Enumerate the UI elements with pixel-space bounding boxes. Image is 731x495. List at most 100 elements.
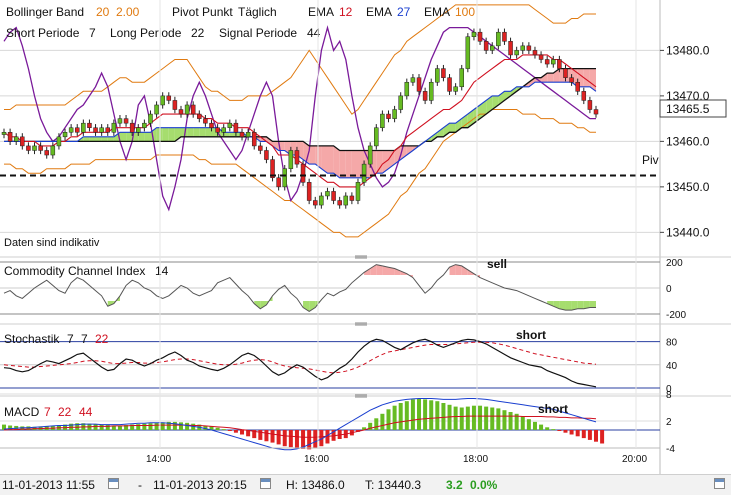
cloud-segment <box>95 136 102 142</box>
macd-histogram-bar <box>557 430 562 431</box>
macd-histogram-bar <box>459 407 464 430</box>
ema12-legend-label: EMA <box>308 5 334 19</box>
candle-body <box>203 118 208 124</box>
candle-body <box>349 195 355 201</box>
stoch-k-line <box>3 338 597 388</box>
stoch-annotation: short <box>516 328 546 342</box>
candle-body <box>410 77 416 83</box>
cloud-segment <box>126 132 133 142</box>
panel-separator-3[interactable] <box>0 394 731 398</box>
macd-histogram-bar <box>594 430 598 442</box>
short-periode-label: Short Periode <box>6 26 80 40</box>
cci-oversold-fill <box>565 301 572 311</box>
candle-body <box>111 122 117 133</box>
stoch-label: Stochastik <box>4 332 60 346</box>
candle-body <box>593 109 599 115</box>
pivot-legend-label: Pivot Punkt <box>172 5 233 19</box>
cloud-segment <box>223 132 230 137</box>
macd-panel: 8 2 -4 <box>0 390 675 455</box>
short-periode-value: 7 <box>89 26 96 40</box>
macd-histogram-bar <box>178 422 183 430</box>
macd-histogram-bar <box>484 406 489 430</box>
cloud-segment <box>199 127 206 137</box>
candle-body <box>184 104 190 115</box>
macd-histogram-bar <box>264 430 269 442</box>
panel-separator-1[interactable] <box>0 255 731 259</box>
macd-histogram-bar <box>160 422 165 430</box>
candle-body <box>435 68 440 83</box>
macd-histogram-bar <box>404 401 409 430</box>
cci-label: Commodity Channel Index <box>4 264 145 278</box>
macd-histogram-bar <box>215 427 220 430</box>
macd-histogram-bar <box>551 429 556 431</box>
macd-histogram-bar <box>240 430 245 435</box>
cloud-segment <box>83 136 90 142</box>
macd-histogram-bar <box>374 418 379 430</box>
macd-histogram-bar <box>392 405 397 430</box>
candle-body <box>7 132 13 142</box>
panel-separator-2[interactable] <box>0 322 731 326</box>
candle-body <box>514 50 519 56</box>
candle-body <box>428 81 434 101</box>
signal-periode-label: Signal Periode <box>219 26 297 40</box>
candle-body <box>459 68 464 88</box>
ema12-legend-value: 12 <box>339 5 353 19</box>
candle-body <box>544 59 550 65</box>
calendar-to-icon[interactable] <box>260 478 271 489</box>
candle-body <box>81 122 86 133</box>
macd-p2: 22 <box>58 405 72 419</box>
price-tick-label: 13450.0 <box>666 180 710 194</box>
cci-overbought-fill <box>461 265 468 275</box>
candle-body <box>526 45 532 51</box>
macd-histogram-bar <box>142 423 147 430</box>
cloud-segment <box>107 136 114 142</box>
macd-histogram-bar <box>581 430 586 439</box>
candle-body <box>123 118 129 124</box>
candle-body <box>264 150 269 160</box>
candle-body <box>32 145 37 151</box>
cloud-segment <box>376 150 383 174</box>
cci-oversold-fill <box>577 301 584 309</box>
price-tick-label: 13440.0 <box>666 225 710 239</box>
macd-annotation: short <box>538 402 568 416</box>
cloud-segment <box>309 145 316 165</box>
candle-body <box>343 195 349 206</box>
candle-body <box>245 132 251 138</box>
range-from: 11-01-2013 11:55 <box>2 478 95 492</box>
candle-body <box>142 122 147 128</box>
candle-body <box>13 136 19 142</box>
calendar-from-icon[interactable] <box>108 478 119 489</box>
macd-histogram-bar <box>600 430 605 444</box>
macd-tick-label: 2 <box>666 417 672 428</box>
macd-histogram-bar <box>154 422 159 430</box>
candle-body <box>367 145 373 165</box>
candle-body <box>148 113 153 124</box>
candle-body <box>380 113 385 128</box>
candle-body <box>166 95 172 101</box>
candle-body <box>99 127 104 133</box>
macd-tick-label: 8 <box>666 390 672 401</box>
macd-histogram-bar <box>270 430 275 443</box>
candle-body <box>569 77 574 83</box>
candle-body <box>496 31 501 47</box>
candle-body <box>313 200 318 206</box>
cloud-segment <box>351 150 358 178</box>
cloud-segment <box>120 132 127 142</box>
candle-body <box>325 191 330 197</box>
stoch-p1: 7 <box>67 332 74 346</box>
macd-histogram-bar <box>471 405 476 430</box>
stochastic-panel: 80400 <box>0 338 678 395</box>
macd-histogram-bar <box>221 429 226 431</box>
ema100-legend-value: 100 <box>455 5 475 19</box>
candle-body <box>68 127 74 133</box>
change-percent: 0.0% <box>470 478 498 492</box>
macd-histogram-bar <box>276 430 281 445</box>
chart-area: Piv 13440.013450.013460.013470.013480.0 … <box>0 0 731 474</box>
cci-period: 14 <box>155 264 169 278</box>
cloud-segment <box>327 145 334 174</box>
candle-body <box>227 122 233 128</box>
bb-legend-label: Bollinger Band <box>6 5 84 19</box>
cloud-segment <box>345 150 352 178</box>
settings-icon[interactable] <box>714 478 725 489</box>
macd-histogram-bar <box>575 430 580 437</box>
